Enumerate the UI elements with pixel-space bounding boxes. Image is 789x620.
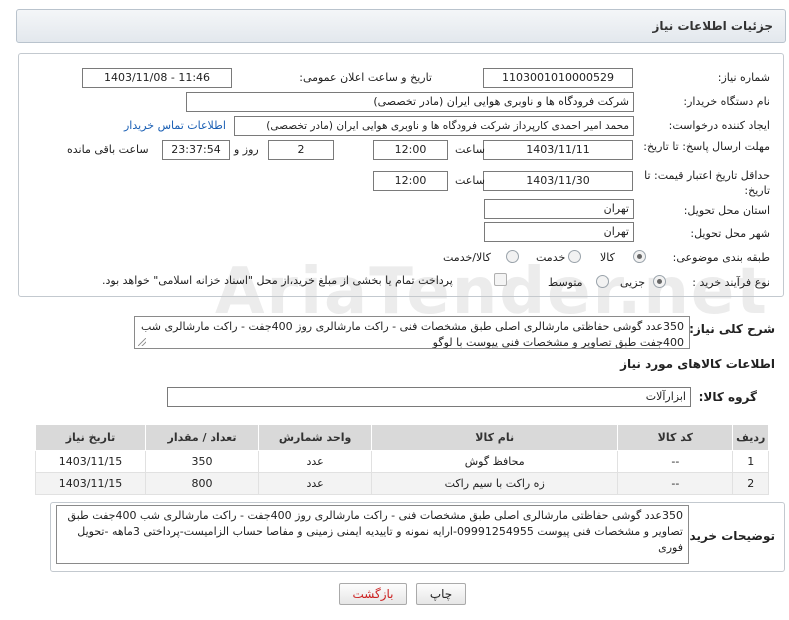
goods-section-title: اطلاعات کالاهای مورد نیاز	[620, 357, 775, 371]
col-name-header: نام کالا	[371, 424, 619, 451]
cell-qty: 800	[144, 472, 260, 495]
deadline-time-word: ساعت	[455, 143, 485, 156]
process-medium-label: متوسط	[548, 276, 583, 289]
deadline-label: مهلت ارسال پاسخ: تا تاریخ:	[643, 140, 770, 153]
process-minor-radio[interactable]	[653, 275, 666, 288]
cell-name: زه راکت با سیم راکت	[371, 472, 619, 495]
category-service-radio[interactable]	[568, 250, 581, 263]
deadline-time-field[interactable]: 12:00	[373, 140, 448, 160]
process-medium-radio[interactable]	[596, 275, 609, 288]
cell-row: 1	[732, 450, 769, 473]
table-row[interactable]: 1 -- محافظ گوش عدد 350 1403/11/15	[35, 450, 769, 473]
buyer-notes-textarea[interactable]: 350عدد گوشی حفاظتی مارشالری اصلی طبق مشخ…	[56, 505, 689, 564]
creator-label: ایجاد کننده درخواست:	[668, 119, 770, 132]
category-label: طبقه بندی موضوعی:	[672, 251, 770, 264]
days-word: روز و	[234, 143, 259, 156]
items-table: ردیف کد کالا نام کالا واحد شمارش تعداد /…	[35, 424, 769, 495]
validity-time-field[interactable]: 12:00	[373, 171, 448, 191]
description-text: 350عدد گوشی حفاظتی مارشالری اصلی طبق مشخ…	[140, 320, 684, 349]
need-number-label: شماره نیاز:	[717, 71, 770, 84]
back-button[interactable]: بازگشت	[339, 583, 407, 605]
buyer-org-label: نام دستگاه خریدار:	[683, 95, 770, 108]
buyer-notes-text: 350عدد گوشی حفاظتی مارشالری اصلی طبق مشخ…	[67, 509, 683, 554]
cell-name: محافظ گوش	[371, 450, 619, 473]
category-both-radio[interactable]	[506, 250, 519, 263]
print-button[interactable]: چاپ	[416, 583, 466, 605]
city-label: شهر محل تحویل:	[690, 227, 770, 240]
description-label: شرح کلی نیاز:	[689, 322, 775, 336]
deadline-date-field[interactable]: 1403/11/11	[483, 140, 633, 160]
col-row-header: ردیف	[732, 424, 769, 451]
announce-field[interactable]: 1403/11/08 - 11:46	[82, 68, 232, 88]
validity-time-word: ساعت	[455, 174, 485, 187]
contact-info-link[interactable]: اطلاعات تماس خریدار	[124, 119, 226, 132]
category-goods-radio[interactable]	[633, 250, 646, 263]
col-code-header: کد کالا	[617, 424, 734, 451]
table-header-row: ردیف کد کالا نام کالا واحد شمارش تعداد /…	[35, 424, 769, 451]
col-qty-header: تعداد / مقدار	[144, 424, 260, 451]
need-number-field[interactable]: 1103001010000529	[483, 68, 633, 88]
treasury-checkbox[interactable]	[494, 273, 507, 286]
goods-group-field[interactable]: ابزارآلات	[167, 387, 691, 407]
validity-date-field[interactable]: 1403/11/30	[483, 171, 633, 191]
validity-label: حداقل تاریخ اعتبار قیمت: تا تاریخ:	[644, 169, 770, 197]
cell-row: 2	[732, 472, 769, 495]
process-minor-label: جزیی	[620, 276, 646, 289]
creator-field[interactable]: محمد امیر احمدی کارپرداز شرکت فرودگاه ها…	[234, 116, 634, 136]
col-unit-header: واحد شمارش	[258, 424, 373, 451]
province-label: استان محل تحویل:	[683, 204, 770, 217]
resize-grip-icon[interactable]	[138, 338, 146, 346]
cell-code: --	[617, 472, 734, 495]
days-field[interactable]: 2	[268, 140, 334, 160]
payment-note: پرداخت تمام یا بخشی از مبلغ خرید،از محل …	[102, 274, 453, 287]
category-goods-label: کالا	[600, 251, 615, 264]
province-field[interactable]: تهران	[484, 199, 634, 219]
cell-unit: عدد	[258, 450, 373, 473]
cell-date: 1403/11/15	[35, 450, 146, 473]
announce-label: تاریخ و ساعت اعلان عمومی:	[299, 71, 432, 84]
col-date-header: تاریخ نیاز	[35, 424, 146, 451]
goods-group-label: گروه کالا:	[698, 390, 757, 404]
cell-unit: عدد	[258, 472, 373, 495]
table-row[interactable]: 2 -- زه راکت با سیم راکت عدد 800 1403/11…	[35, 472, 769, 495]
cell-code: --	[617, 450, 734, 473]
cell-date: 1403/11/15	[35, 472, 146, 495]
category-both-label: کالا/خدمت	[443, 251, 491, 264]
page-title: جزئیات اطلاعات نیاز	[652, 19, 773, 33]
remaining-time-field[interactable]: 23:37:54	[162, 140, 230, 160]
cell-qty: 350	[144, 450, 260, 473]
page-header: جزئیات اطلاعات نیاز	[16, 9, 786, 43]
buyer-org-field[interactable]: شرکت فرودگاه ها و ناوبری هوایی ایران (ما…	[186, 92, 634, 112]
process-label: نوع فرآیند خرید :	[692, 276, 770, 289]
description-textarea[interactable]: 350عدد گوشی حفاظتی مارشالری اصلی طبق مشخ…	[134, 316, 690, 349]
remaining-word: ساعت باقی مانده	[67, 143, 149, 156]
city-field[interactable]: تهران	[484, 222, 634, 242]
category-service-label: خدمت	[536, 251, 566, 264]
